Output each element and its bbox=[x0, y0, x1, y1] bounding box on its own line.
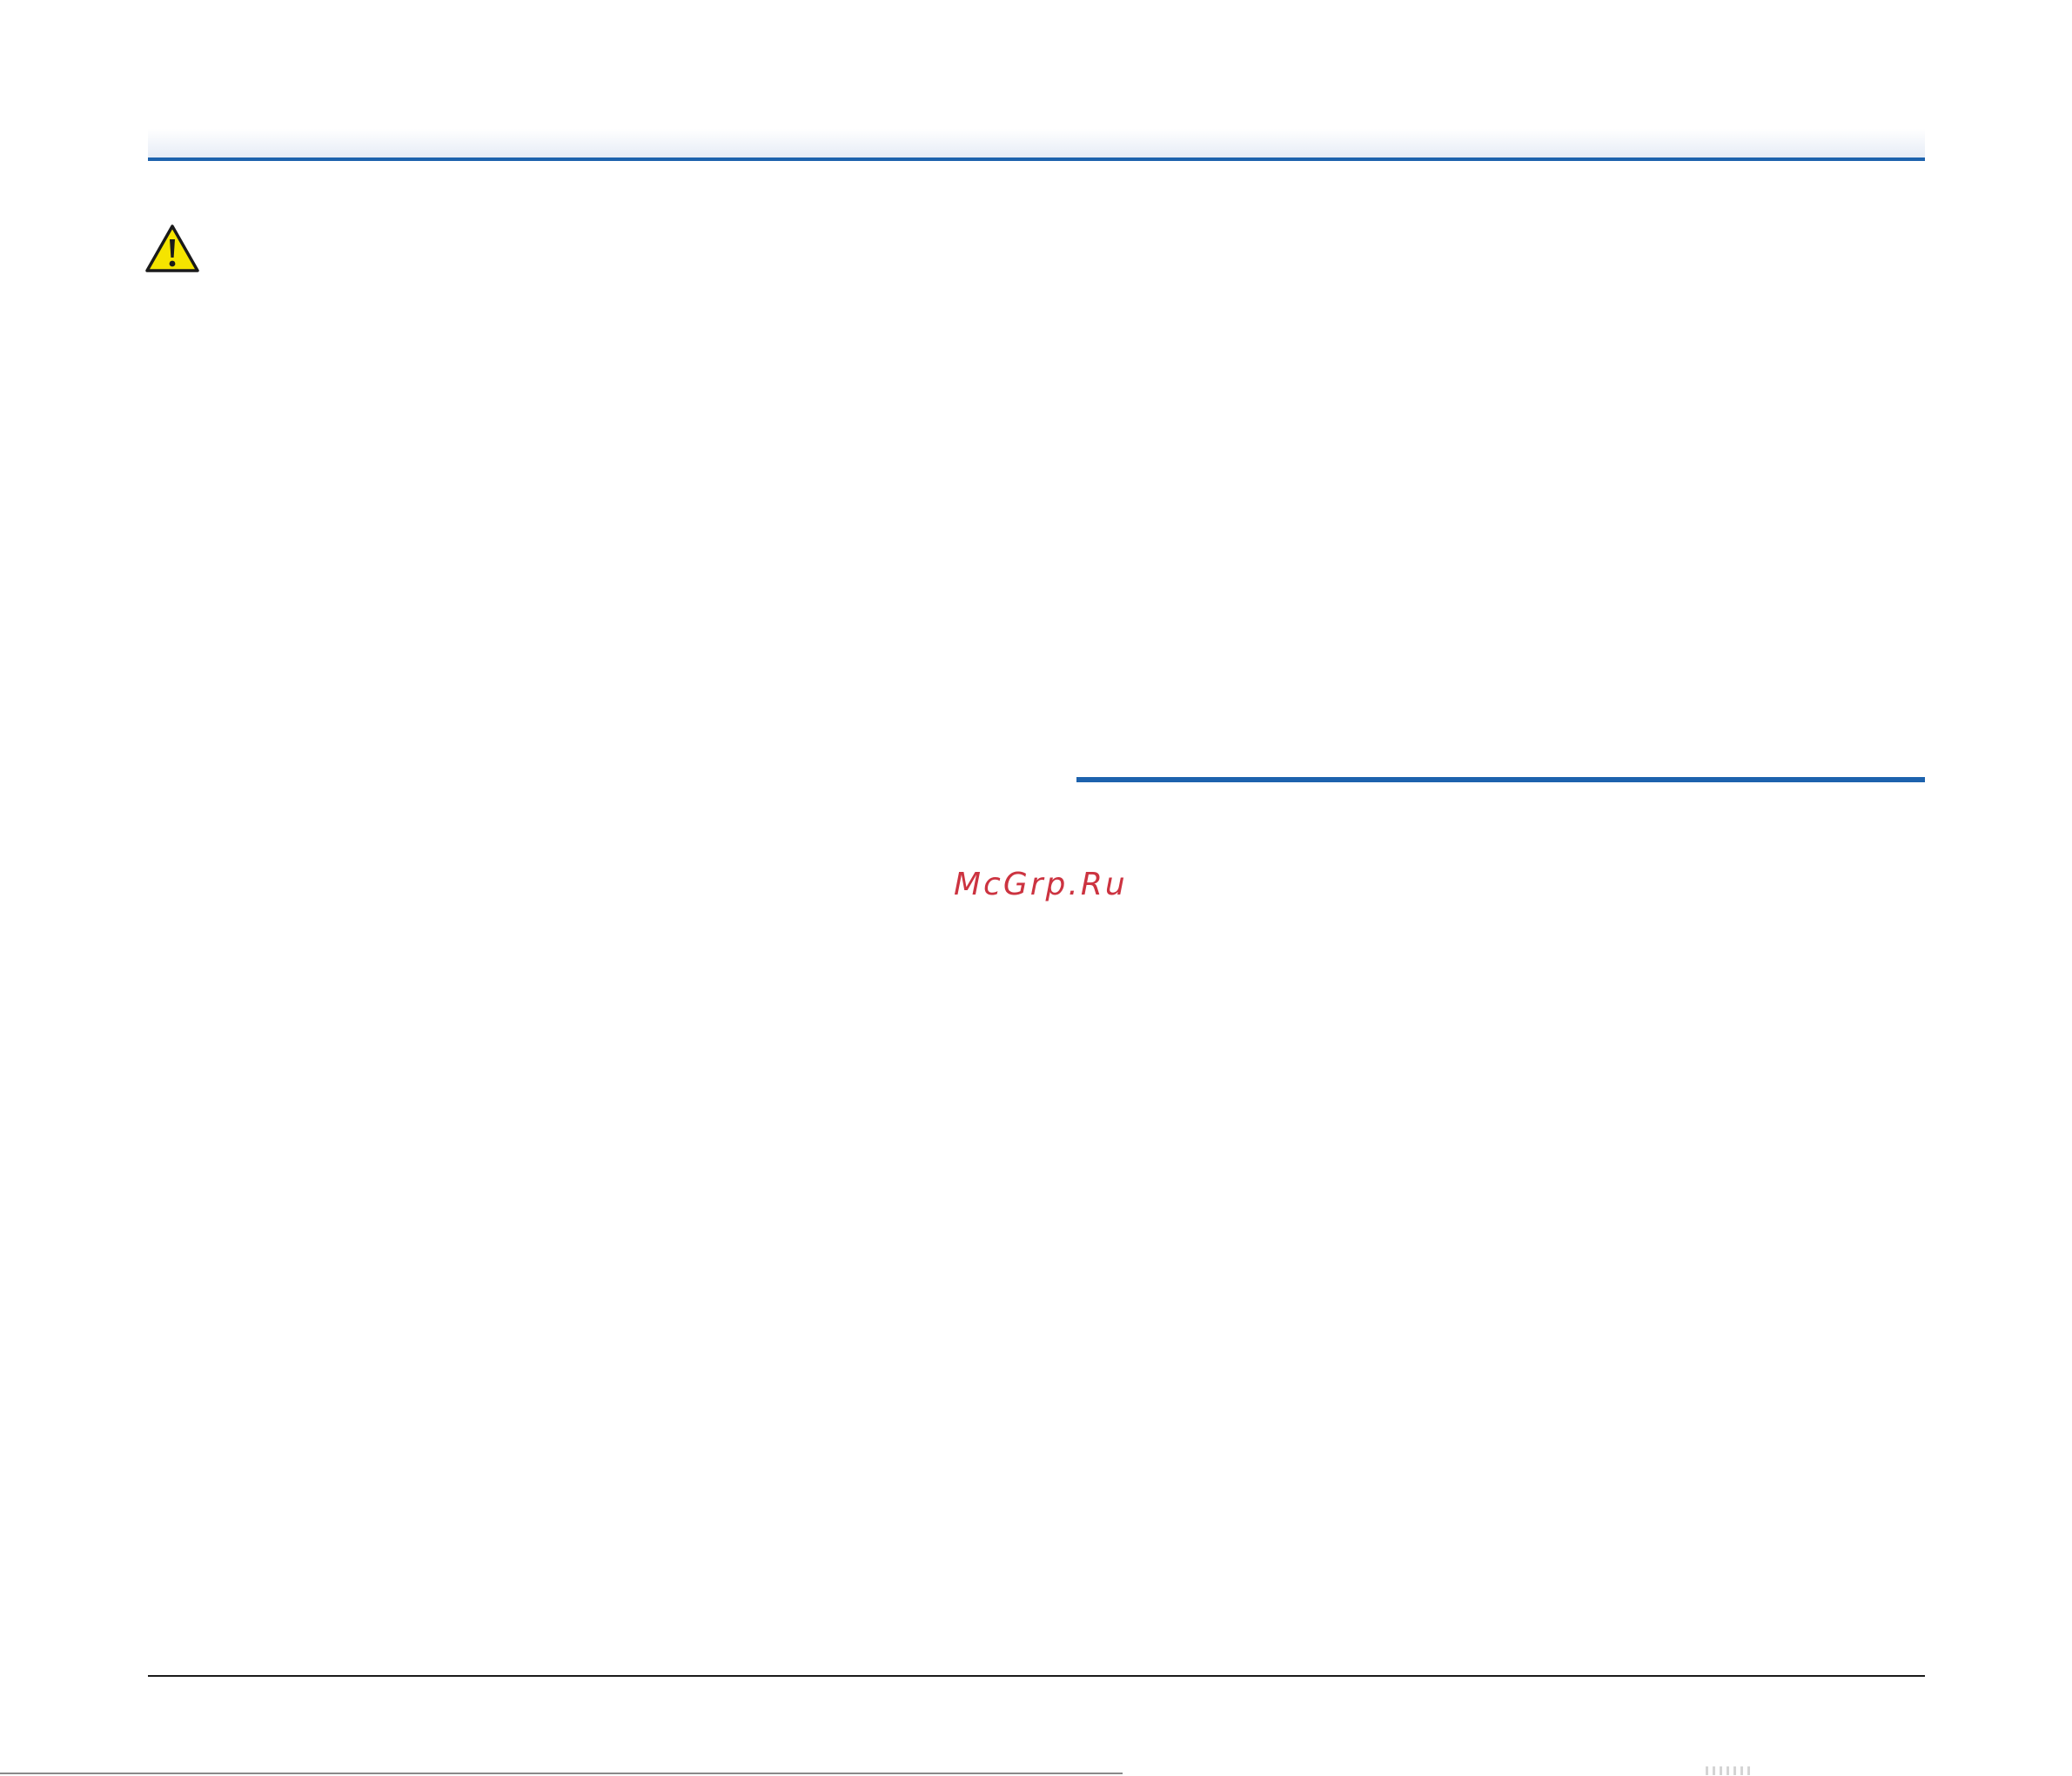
warning-icon bbox=[144, 224, 200, 274]
watermark-text: McGrp.Ru bbox=[954, 867, 1128, 902]
page-header-rule bbox=[148, 157, 1925, 161]
page-bottom-edge-mark bbox=[1706, 1766, 1751, 1775]
page-header-band bbox=[148, 129, 1925, 157]
page-bottom-edge-rule bbox=[0, 1773, 1123, 1774]
section-divider-rule bbox=[1076, 777, 1925, 782]
page-footer-rule bbox=[148, 1675, 1925, 1677]
